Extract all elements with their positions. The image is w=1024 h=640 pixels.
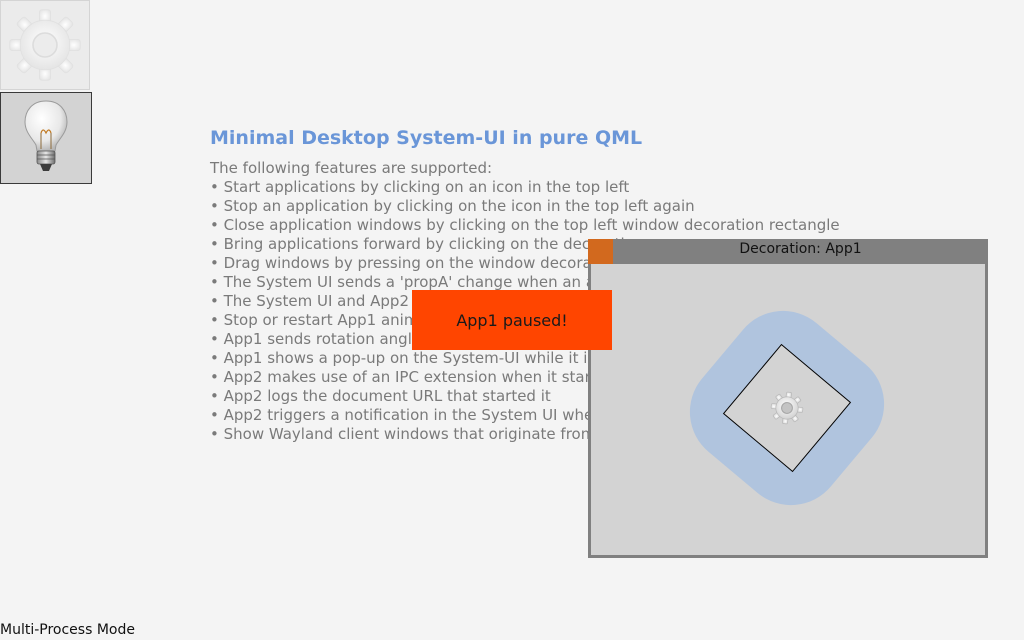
gear-icon — [9, 9, 81, 81]
feature-item: • Close application windows by clicking … — [210, 216, 840, 234]
window-title: Decoration: App1 — [739, 241, 862, 257]
mode-label: Multi-Process Mode — [0, 622, 135, 638]
lightbulb-icon — [24, 100, 68, 171]
launcher-app1[interactable] — [0, 0, 90, 90]
window-decoration[interactable]: Decoration: App1 — [588, 239, 988, 264]
desktop: Minimal Desktop System-UI in pure QML Th… — [0, 0, 1024, 640]
app1-animation — [689, 310, 885, 506]
page-title: Minimal Desktop System-UI in pure QML — [210, 127, 643, 149]
window-close-button[interactable] — [588, 239, 613, 264]
feature-item: • Stop an application by clicking on the… — [210, 197, 695, 215]
paused-popup: App1 paused! — [412, 290, 612, 350]
popup-text: App1 paused! — [456, 310, 568, 330]
feature-item: • Start applications by clicking on an i… — [210, 178, 630, 196]
launcher-app2[interactable] — [0, 92, 92, 184]
app1-window: Decoration: App1 — [588, 239, 988, 558]
info-intro: The following features are supported: — [210, 159, 493, 177]
app1-content[interactable] — [588, 264, 988, 558]
